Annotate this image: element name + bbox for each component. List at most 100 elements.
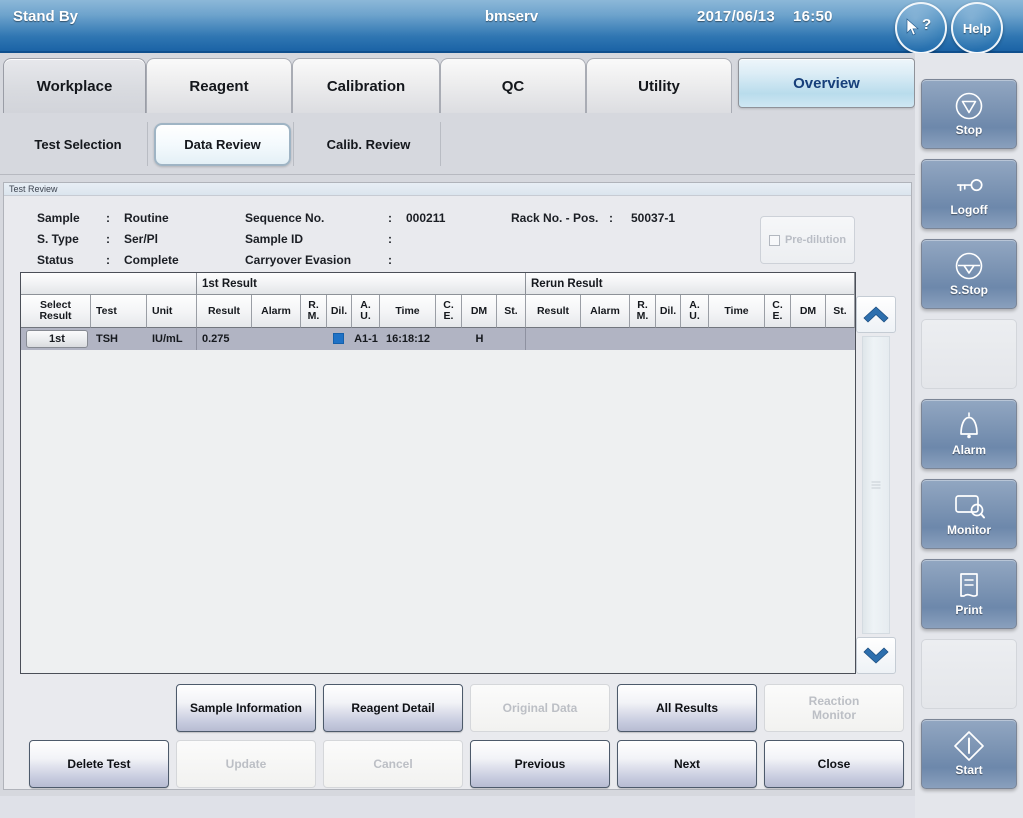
cell-select-result: 1st: [21, 328, 91, 350]
table-header-r-m-14[interactable]: R. M.: [630, 295, 656, 328]
column-header-label: R. M.: [636, 299, 649, 322]
button-label: Sample Information: [189, 701, 302, 715]
table-row[interactable]: 1st TSH IU/mL 0.275 A1-1 16:18:12 H: [21, 328, 855, 350]
table-header-c-e-18[interactable]: C. E.: [765, 295, 791, 328]
table-header-time-8[interactable]: Time: [380, 295, 436, 328]
button-all-results[interactable]: All Results: [617, 684, 757, 732]
table-header-result-12[interactable]: Result: [526, 295, 581, 328]
button-original-data: Original Data: [470, 684, 610, 732]
sidebar-button-print[interactable]: Print: [921, 559, 1017, 629]
sidebar-button-start[interactable]: Start: [921, 719, 1017, 789]
time-text: 16:50: [792, 8, 833, 25]
subtab-calib-review[interactable]: Calib. Review: [300, 123, 437, 166]
cell-test: TSH: [91, 328, 147, 350]
status-label: Status: [37, 253, 74, 267]
cell-time-1st: 16:18:12: [380, 328, 436, 350]
application-name: bmserv: [484, 8, 539, 25]
cell-text: H: [475, 333, 484, 345]
cell-dm-rerun: [791, 328, 826, 350]
sidebar-button-label: Logoff: [950, 203, 988, 217]
table-group-header-blank: [21, 273, 197, 295]
select-result-button[interactable]: 1st: [26, 330, 88, 348]
group-header-label: Rerun Result: [531, 277, 603, 290]
button-previous[interactable]: Previous: [470, 740, 610, 788]
table-header-dm-19[interactable]: DM: [791, 295, 826, 328]
sidebar-button-label: Stop: [955, 123, 983, 137]
chevron-up-icon: [863, 306, 889, 323]
cell-alarm-1st: [252, 328, 301, 350]
column-header-label: Select Result: [39, 299, 72, 322]
subtab-label: Test Selection: [34, 137, 122, 152]
carryover-evasion-colon: :: [388, 253, 392, 267]
sidebar-button-logoff[interactable]: Logoff: [921, 159, 1017, 229]
table-header-a-u-16[interactable]: A. U.: [681, 295, 709, 328]
tab-calibration[interactable]: Calibration: [292, 58, 440, 113]
table-header-time-17[interactable]: Time: [709, 295, 765, 328]
subtab-label: Calib. Review: [326, 137, 411, 152]
column-header-label: St.: [504, 304, 518, 317]
tab-label: Calibration: [326, 77, 406, 95]
printer-icon: [953, 571, 985, 601]
column-header-label: Result: [536, 304, 570, 317]
tab-label: Workplace: [36, 77, 113, 95]
table-header-result-3[interactable]: Result: [197, 295, 252, 328]
table-header-r-m-5[interactable]: R. M.: [301, 295, 327, 328]
sidebar-button-label: S.Stop: [950, 283, 988, 297]
sequence-no-label: Sequence No.: [245, 211, 325, 225]
rack-no-pos-colon: :: [609, 211, 613, 225]
cell-unit: IU/mL: [147, 328, 197, 350]
tab-workplace[interactable]: Workplace: [3, 58, 146, 113]
results-table: 1st Result Rerun Result Select Result Test…: [20, 272, 856, 674]
cell-au-1st: A1-1: [352, 328, 380, 350]
cell-time-rerun: [709, 328, 765, 350]
button-sample-information[interactable]: Sample Information: [176, 684, 316, 732]
sidebar-button-s-stop[interactable]: S.Stop: [921, 239, 1017, 309]
button-label: Previous: [514, 757, 566, 771]
scroll-down-button[interactable]: [856, 637, 896, 674]
tab-reagent[interactable]: Reagent: [146, 58, 292, 113]
button-update: Update: [176, 740, 316, 788]
button-label: Original Data: [502, 701, 578, 715]
cell-alarm-rerun: [581, 328, 630, 350]
table-header-dil-15[interactable]: Dil.: [656, 295, 681, 328]
panel-caption: Test Review: [4, 183, 911, 196]
pre-dilution-checkbox-group[interactable]: Pre-dilution: [760, 216, 855, 264]
table-header-dil-6[interactable]: Dil.: [327, 295, 352, 328]
table-header-c-e-9[interactable]: C. E.: [436, 295, 462, 328]
scroll-track[interactable]: [862, 336, 890, 634]
subtab-test-selection[interactable]: Test Selection: [12, 123, 144, 166]
button-delete-test[interactable]: Delete Test: [29, 740, 169, 788]
table-header-alarm-4[interactable]: Alarm: [252, 295, 301, 328]
status-value: Complete: [124, 253, 179, 267]
table-header-unit-2[interactable]: Unit: [147, 295, 197, 328]
tab-utility[interactable]: Utility: [586, 58, 732, 113]
table-header-dm-10[interactable]: DM: [462, 295, 497, 328]
sub-tab-strip: Test Selection Data Review Calib. Review: [0, 113, 915, 175]
table-header-test-1[interactable]: Test: [91, 295, 147, 328]
pre-dilution-checkbox[interactable]: [768, 234, 780, 246]
sidebar-button-monitor[interactable]: Monitor: [921, 479, 1017, 549]
table-header-a-u-7[interactable]: A. U.: [352, 295, 380, 328]
subtab-data-review[interactable]: Data Review: [154, 123, 291, 166]
tab-overview[interactable]: Overview: [738, 58, 915, 108]
button-reagent-detail[interactable]: Reagent Detail: [323, 684, 463, 732]
button-next[interactable]: Next: [617, 740, 757, 788]
status-colon: :: [106, 253, 110, 267]
cursor-question-icon: ?: [906, 16, 936, 39]
button-label: Cancel: [373, 757, 413, 771]
table-header-select-result-0[interactable]: Select Result: [21, 295, 91, 328]
button-close[interactable]: Close: [764, 740, 904, 788]
table-header-st-11[interactable]: St.: [497, 295, 526, 328]
table-header-alarm-13[interactable]: Alarm: [581, 295, 630, 328]
scroll-up-button[interactable]: [856, 296, 896, 333]
help-button[interactable]: Help: [951, 2, 1003, 54]
button-cancel: Cancel: [323, 740, 463, 788]
tab-qc[interactable]: QC: [440, 58, 586, 113]
column-header-label: A. U.: [689, 299, 700, 322]
sidebar-button-alarm[interactable]: Alarm: [921, 399, 1017, 469]
start-diamond-icon: [953, 731, 985, 761]
sidebar-button-stop[interactable]: Stop: [921, 79, 1017, 149]
context-help-button[interactable]: ?: [895, 2, 947, 54]
table-header-st-20[interactable]: St.: [826, 295, 855, 328]
table-scrollbar[interactable]: [856, 296, 896, 674]
